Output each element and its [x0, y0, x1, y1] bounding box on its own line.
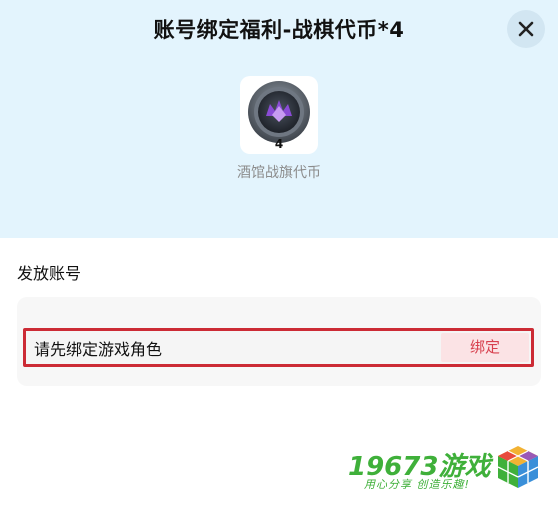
reward-name: 酒馆战旗代币	[237, 165, 321, 181]
close-button[interactable]	[507, 10, 545, 48]
watermark: 19673游戏 用心分享 创造乐趣!	[348, 444, 543, 494]
account-select-row[interactable]: 请先绑定游戏角色 绑定	[23, 328, 534, 367]
cube-logo-icon	[497, 446, 539, 488]
reward-count: 4	[274, 137, 284, 151]
watermark-slogan: 用心分享 创造乐趣!	[364, 478, 470, 491]
dialog-title: 账号绑定福利-战棋代币*4	[153, 18, 405, 42]
reward-item-card[interactable]: 4	[240, 76, 318, 154]
dialog-header: 账号绑定福利-战棋代币*4 4 酒馆战旗代币	[0, 0, 558, 238]
bind-button[interactable]: 绑定	[441, 333, 529, 362]
close-icon	[518, 21, 534, 37]
section-label: 发放账号	[17, 264, 82, 283]
account-placeholder: 请先绑定游戏角色	[34, 340, 163, 359]
